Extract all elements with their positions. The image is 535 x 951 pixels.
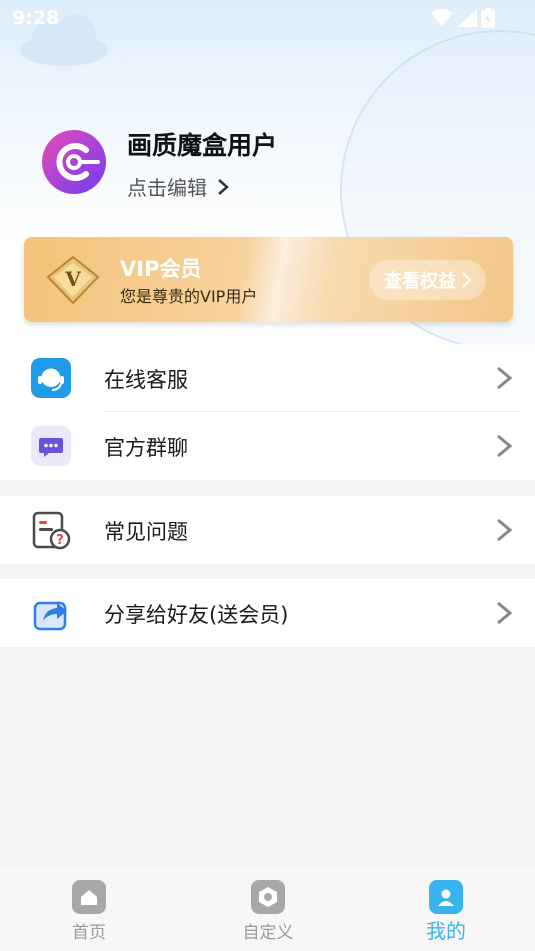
menu-item-label: 官方群聊 — [104, 436, 188, 460]
status-bar: 9:28 — [0, 0, 535, 36]
chevron-right-icon — [497, 518, 513, 542]
home-icon — [72, 880, 106, 914]
avatar[interactable] — [42, 130, 106, 194]
chevron-right-icon — [497, 366, 513, 390]
vip-card[interactable]: V VIP会员 您是尊贵的VIP用户 查看权益 — [24, 237, 513, 322]
menu-item-label: 在线客服 — [104, 368, 188, 392]
tab-label: 自定义 — [242, 923, 294, 943]
tab-label: 我的 — [426, 919, 466, 943]
view-benefits-button[interactable]: 查看权益 — [369, 260, 486, 300]
chevron-right-icon — [218, 178, 229, 195]
tab-label: 首页 — [72, 923, 106, 943]
chevron-right-icon — [497, 601, 513, 625]
status-icons — [431, 8, 495, 28]
edit-profile-label: 点击编辑 — [127, 176, 207, 200]
status-time: 9:28 — [12, 7, 60, 29]
menu-item-share[interactable]: 分享给好友(送会员) — [0, 579, 535, 647]
menu-item-label: 常见问题 — [104, 520, 188, 544]
menu-item-group-chat[interactable]: 官方群聊 — [0, 412, 535, 480]
menu-item-faq[interactable]: ? 常见问题 — [0, 496, 535, 564]
customer-service-icon — [31, 358, 71, 398]
menu-item-label: 分享给好友(送会员) — [104, 603, 289, 627]
vip-subtitle: 您是尊贵的VIP用户 — [120, 287, 258, 306]
bottom-tab-bar: 首页 自定义 我的 — [0, 866, 535, 951]
battery-icon — [481, 8, 495, 28]
chevron-right-icon — [497, 434, 513, 458]
profile-icon — [429, 880, 463, 914]
chat-bubble-icon — [31, 426, 71, 466]
wifi-icon — [431, 9, 453, 26]
custom-hexagon-icon — [251, 880, 285, 914]
tab-home[interactable]: 首页 — [39, 880, 139, 944]
signal-icon — [457, 9, 477, 27]
vip-title: VIP会员 — [120, 257, 202, 281]
tab-mine[interactable]: 我的 — [396, 880, 496, 944]
faq-document-icon: ? — [32, 511, 71, 550]
svg-text:V: V — [64, 267, 81, 291]
menu-group-help: ? 常见问题 — [0, 496, 535, 564]
tab-custom[interactable]: 自定义 — [218, 880, 318, 944]
vip-badge-letter: V — [64, 267, 81, 291]
view-benefits-label: 查看权益 — [384, 271, 456, 292]
menu-group-support: 在线客服 官方群聊 — [0, 344, 535, 480]
username: 画质魔盒用户 — [127, 131, 278, 160]
profile-section: 画质魔盒用户 点击编辑 — [0, 120, 535, 210]
svg-text:?: ? — [56, 533, 64, 548]
menu-item-customer-service[interactable]: 在线客服 — [0, 344, 535, 412]
menu-group-share: 分享给好友(送会员) — [0, 579, 535, 647]
edit-profile-link[interactable]: 点击编辑 — [127, 172, 229, 201]
chevron-right-icon — [462, 272, 471, 288]
share-icon — [33, 601, 67, 631]
